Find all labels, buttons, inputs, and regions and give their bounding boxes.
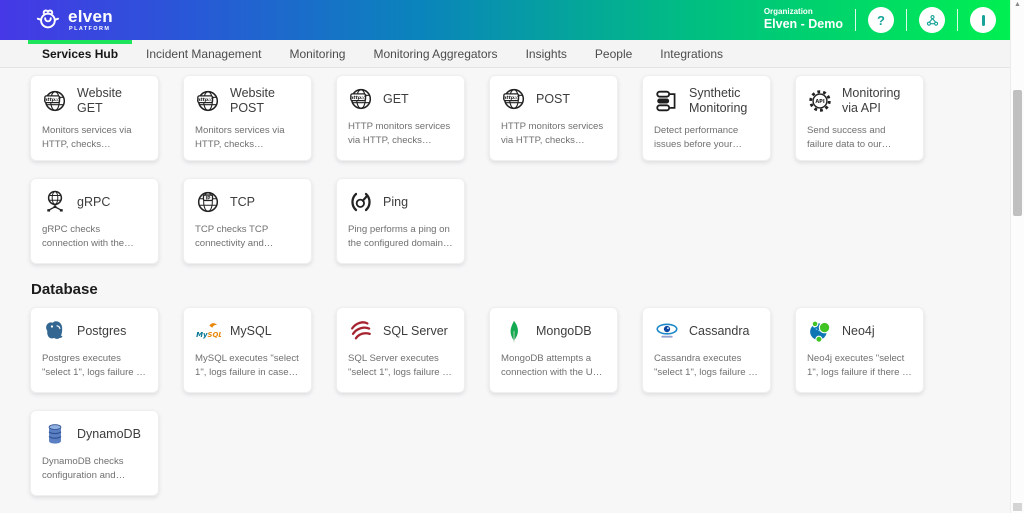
brand-name: elven	[68, 8, 113, 25]
http-globe-icon	[348, 86, 374, 112]
section-title-database: Database	[31, 281, 1010, 298]
service-card-dynamodb[interactable]: DynamoDB DynamoDB checks configuration a…	[30, 410, 159, 496]
service-card-title: Ping	[383, 195, 408, 210]
tab-monitoring[interactable]: Monitoring	[275, 40, 359, 68]
app-header: elven PLATFORM Organization Elven - Demo…	[0, 0, 1010, 40]
service-card-description: Cassandra executes "select 1", logs fail…	[654, 352, 759, 380]
service-card-description: TCP checks TCP connectivity and updates …	[195, 223, 300, 251]
brand-logo[interactable]: elven PLATFORM	[34, 7, 113, 34]
divider	[855, 9, 856, 31]
service-card-sql-server[interactable]: SQL Server SQL Server executes "select 1…	[336, 307, 465, 393]
service-card-cassandra[interactable]: Cassandra Cassandra executes "select 1",…	[642, 307, 771, 393]
scrollbar-thumb[interactable]	[1013, 90, 1022, 216]
service-card-description: Send success and failure data to our pla…	[807, 124, 912, 152]
service-card-post[interactable]: POST HTTP monitors services via HTTP, ch…	[489, 75, 618, 161]
tab-incident-management[interactable]: Incident Management	[132, 40, 275, 68]
tab-insights[interactable]: Insights	[512, 40, 581, 68]
service-card-title: gRPC	[77, 195, 110, 210]
service-card-description: MongoDB attempts a connection with the U…	[501, 352, 606, 380]
service-card-title: MongoDB	[536, 324, 592, 339]
elven-owl-icon	[34, 7, 61, 34]
tab-people[interactable]: People	[581, 40, 646, 68]
mongodb-icon	[501, 318, 527, 344]
service-card-title: POST	[536, 92, 570, 107]
service-card-description: Postgres executes "select 1", logs failu…	[42, 352, 147, 380]
service-card-synthetic-monitoring[interactable]: Synthetic Monitoring Detect performance …	[642, 75, 771, 161]
tab-monitoring-aggregators[interactable]: Monitoring Aggregators	[359, 40, 511, 68]
service-card-postgres[interactable]: Postgres Postgres executes "select 1", l…	[30, 307, 159, 393]
http-globe-icon	[501, 86, 527, 112]
share-button[interactable]	[919, 7, 945, 33]
service-card-title: MySQL	[230, 324, 272, 339]
service-card-description: HTTP monitors services via HTTP, checks …	[348, 120, 453, 148]
service-card-description: MySQL executes "select 1", logs failure …	[195, 352, 300, 380]
service-card-grpc[interactable]: gRPC gRPC checks connection with the hos…	[30, 178, 159, 264]
service-card-title: Monitoring via API	[842, 86, 912, 116]
page-scrollbar[interactable]: ▲	[1010, 0, 1024, 513]
service-card-neo4j[interactable]: Neo4j Neo4j executes "select 1", logs fa…	[795, 307, 924, 393]
service-card-description: Ping performs a ping on the configured d…	[348, 223, 453, 251]
neo4j-icon	[807, 318, 833, 344]
info-button[interactable]	[970, 7, 996, 33]
api-gear-icon	[807, 88, 833, 114]
divider	[906, 9, 907, 31]
service-card-description: gRPC checks connection with the host, ev…	[42, 223, 147, 251]
service-card-title: Website GET	[77, 86, 147, 116]
service-card-title: GET	[383, 92, 409, 107]
postgres-icon	[42, 318, 68, 344]
service-card-ping[interactable]: Ping Ping performs a ping on the configu…	[336, 178, 465, 264]
main-tabs: Services HubIncident ManagementMonitorin…	[0, 40, 1010, 68]
service-card-description: Monitors services via HTTP, checks avail…	[195, 124, 300, 152]
sqlserver-icon	[348, 318, 374, 344]
service-card-tcp[interactable]: TCP TCP checks TCP connectivity and upda…	[183, 178, 312, 264]
ping-gauge-icon	[348, 189, 374, 215]
tab-integrations[interactable]: Integrations	[646, 40, 737, 68]
tab-services-hub[interactable]: Services Hub	[28, 40, 132, 68]
service-card-description: HTTP monitors services via HTTP, checks …	[501, 120, 606, 148]
card-grid: Postgres Postgres executes "select 1", l…	[30, 307, 970, 496]
service-card-title: Website POST	[230, 86, 300, 116]
service-card-get[interactable]: GET HTTP monitors services via HTTP, che…	[336, 75, 465, 161]
service-card-mongodb[interactable]: MongoDB MongoDB attempts a connection wi…	[489, 307, 618, 393]
http-globe-icon	[42, 88, 68, 114]
synthetic-monitoring-icon	[654, 88, 680, 114]
service-card-title: Postgres	[77, 324, 126, 339]
service-card-website-get[interactable]: Website GET Monitors services via HTTP, …	[30, 75, 159, 161]
http-globe-icon	[195, 88, 221, 114]
tcp-globe-icon	[195, 189, 221, 215]
mysql-icon	[195, 318, 221, 344]
service-card-title: DynamoDB	[77, 427, 141, 442]
organization-value: Elven - Demo	[764, 17, 843, 33]
service-card-title: TCP	[230, 195, 255, 210]
help-button[interactable]: ?	[868, 7, 894, 33]
scrollbar-corner	[1013, 503, 1022, 511]
service-card-title: Neo4j	[842, 324, 875, 339]
service-card-monitoring-via-api[interactable]: Monitoring via API Send success and fail…	[795, 75, 924, 161]
services-content: Website GET Monitors services via HTTP, …	[0, 69, 1010, 513]
help-icon: ?	[877, 13, 885, 28]
service-card-title: SQL Server	[383, 324, 448, 339]
service-card-title: Synthetic Monitoring	[689, 86, 759, 116]
service-card-mysql[interactable]: MySQL MySQL executes "select 1", logs fa…	[183, 307, 312, 393]
organization-selector[interactable]: Organization Elven - Demo	[764, 7, 843, 33]
service-card-description: DynamoDB checks configuration and connec…	[42, 455, 147, 483]
brand-subtitle: PLATFORM	[69, 27, 113, 33]
service-card-description: Neo4j executes "select 1", logs failure …	[807, 352, 912, 380]
service-card-description: SQL Server executes "select 1", logs fai…	[348, 352, 453, 380]
card-grid: Website GET Monitors services via HTTP, …	[30, 75, 970, 264]
info-icon	[982, 15, 985, 26]
service-card-title: Cassandra	[689, 324, 749, 339]
service-card-description: Detect performance issues before your cu…	[654, 124, 759, 152]
divider	[957, 9, 958, 31]
grpc-globe-icon	[42, 189, 68, 215]
service-card-description: Monitors services via HTTP, checks avail…	[42, 124, 147, 152]
organization-label: Organization	[764, 7, 843, 17]
service-card-website-post[interactable]: Website POST Monitors services via HTTP,…	[183, 75, 312, 161]
cassandra-icon	[654, 318, 680, 344]
dynamodb-icon	[42, 421, 68, 447]
share-nodes-icon	[925, 13, 940, 28]
scroll-up-icon[interactable]: ▲	[1014, 1, 1021, 8]
